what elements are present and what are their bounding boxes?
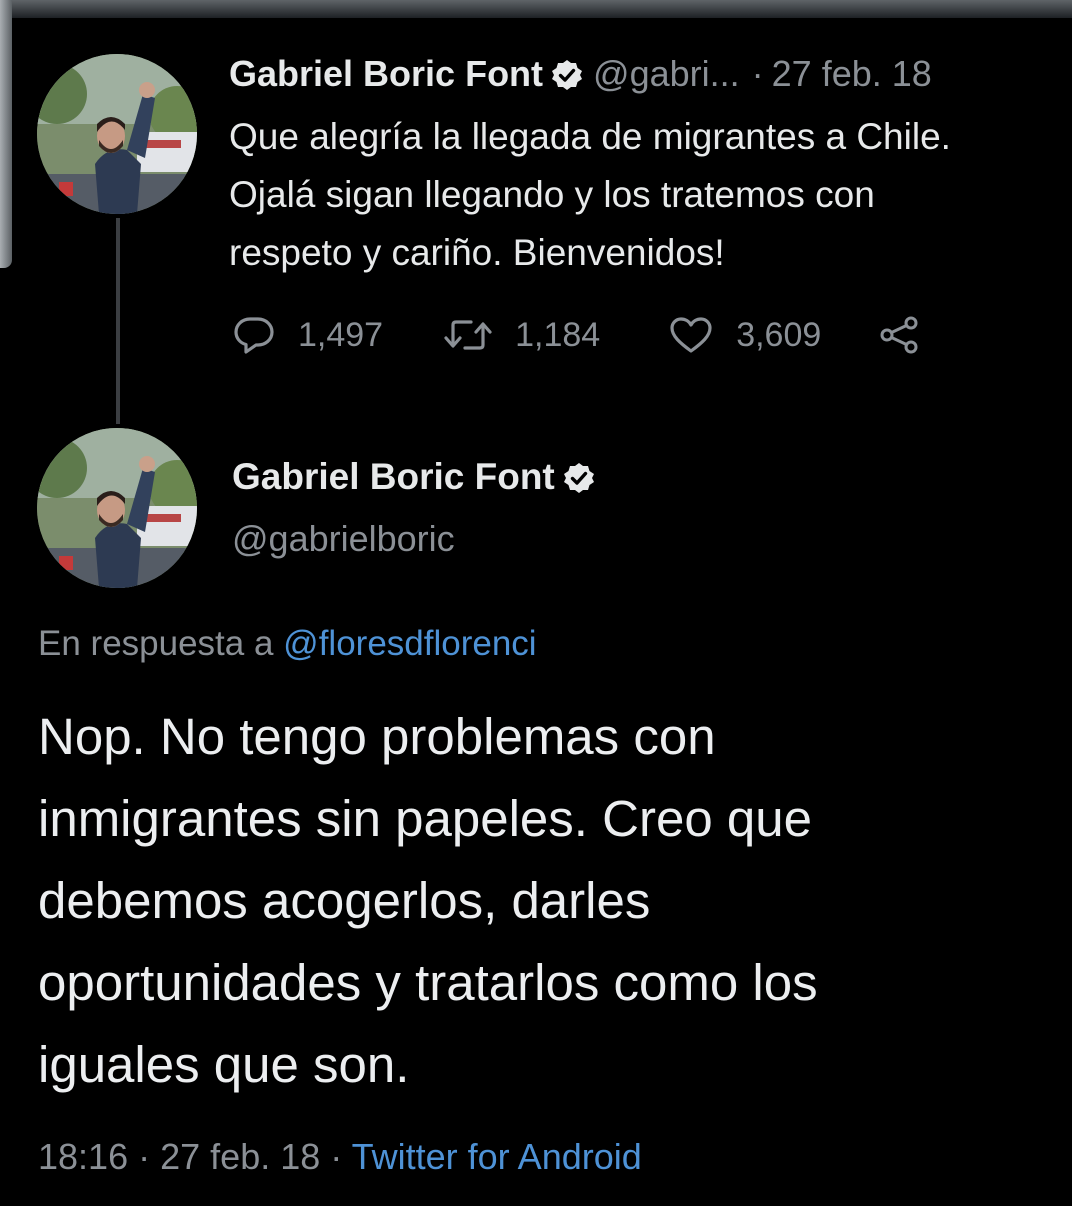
author-handle[interactable]: @gabrielboric — [232, 518, 455, 560]
tweet-text-line: iguales que son. — [38, 1036, 410, 1093]
separator-dot: · — [138, 1136, 151, 1177]
tweet1-header: Gabriel Boric Font @gabri... · 27 feb. 1… — [229, 52, 932, 96]
tweet-text-line: Nop. No tengo problemas con — [38, 708, 716, 765]
tweet-text-line: respeto y cariño. Bienvenidos! — [229, 232, 725, 273]
tweet2-author: Gabriel Boric Font — [232, 452, 605, 502]
tweet1-text: Que alegría la llegada de migrantes a Ch… — [229, 108, 1069, 282]
reply-context: En respuesta a @floresdflorenci — [38, 624, 537, 664]
reply-count: 1,497 — [298, 315, 384, 354]
reply-button[interactable]: 1,497 — [232, 315, 383, 355]
avatar[interactable] — [37, 428, 197, 588]
author-handle[interactable]: @gabri... — [593, 53, 740, 95]
verified-badge-icon — [551, 58, 583, 90]
reply-icon — [234, 317, 274, 354]
thread-connector-line — [116, 218, 120, 424]
separator-dot: · — [751, 53, 764, 94]
tweet-date[interactable]: 27 feb. 18 — [772, 53, 932, 95]
left-edge-strip — [0, 0, 12, 268]
tweet-text-line: debemos acogerlos, darles — [38, 872, 651, 929]
tweet1-actions: 1,497 1,184 3,609 — [232, 310, 921, 360]
like-count: 3,609 — [736, 315, 822, 354]
tweet-text-line: oportunidades y tratarlos como los — [38, 954, 818, 1011]
tweet-time[interactable]: 18:16 — [38, 1136, 128, 1177]
like-icon — [670, 317, 712, 353]
tweet2-footer: 18:16 · 27 feb. 18 · Twitter for Android — [38, 1136, 642, 1178]
tweet-text-line: Ojalá sigan llegando y los tratemos con — [229, 174, 875, 215]
verified-badge-icon — [563, 461, 595, 493]
tweet-text-line: Que alegría la llegada de migrantes a Ch… — [229, 116, 951, 157]
avatar[interactable] — [37, 54, 197, 214]
retweet-icon — [444, 320, 492, 350]
share-icon — [880, 316, 918, 354]
tweet-date[interactable]: 27 feb. 18 — [160, 1136, 320, 1177]
tweet2-text: Nop. No tengo problemas con inmigrantes … — [38, 696, 1058, 1106]
reply-prefix: En respuesta a — [38, 624, 274, 663]
source-link[interactable]: Twitter for Android — [352, 1136, 642, 1177]
top-edge-strip — [0, 0, 1072, 18]
reply-mention-link[interactable]: @floresdflorenci — [283, 624, 536, 663]
author-name[interactable]: Gabriel Boric Font — [229, 53, 543, 95]
tweet-text-line: inmigrantes sin papeles. Creo que — [38, 790, 812, 847]
retweet-count: 1,184 — [515, 315, 601, 354]
retweet-button[interactable]: 1,184 — [443, 315, 600, 355]
author-name[interactable]: Gabriel Boric Font — [232, 456, 555, 498]
separator-dot: · — [330, 1136, 343, 1177]
share-button[interactable] — [877, 315, 921, 355]
like-button[interactable]: 3,609 — [668, 315, 821, 355]
